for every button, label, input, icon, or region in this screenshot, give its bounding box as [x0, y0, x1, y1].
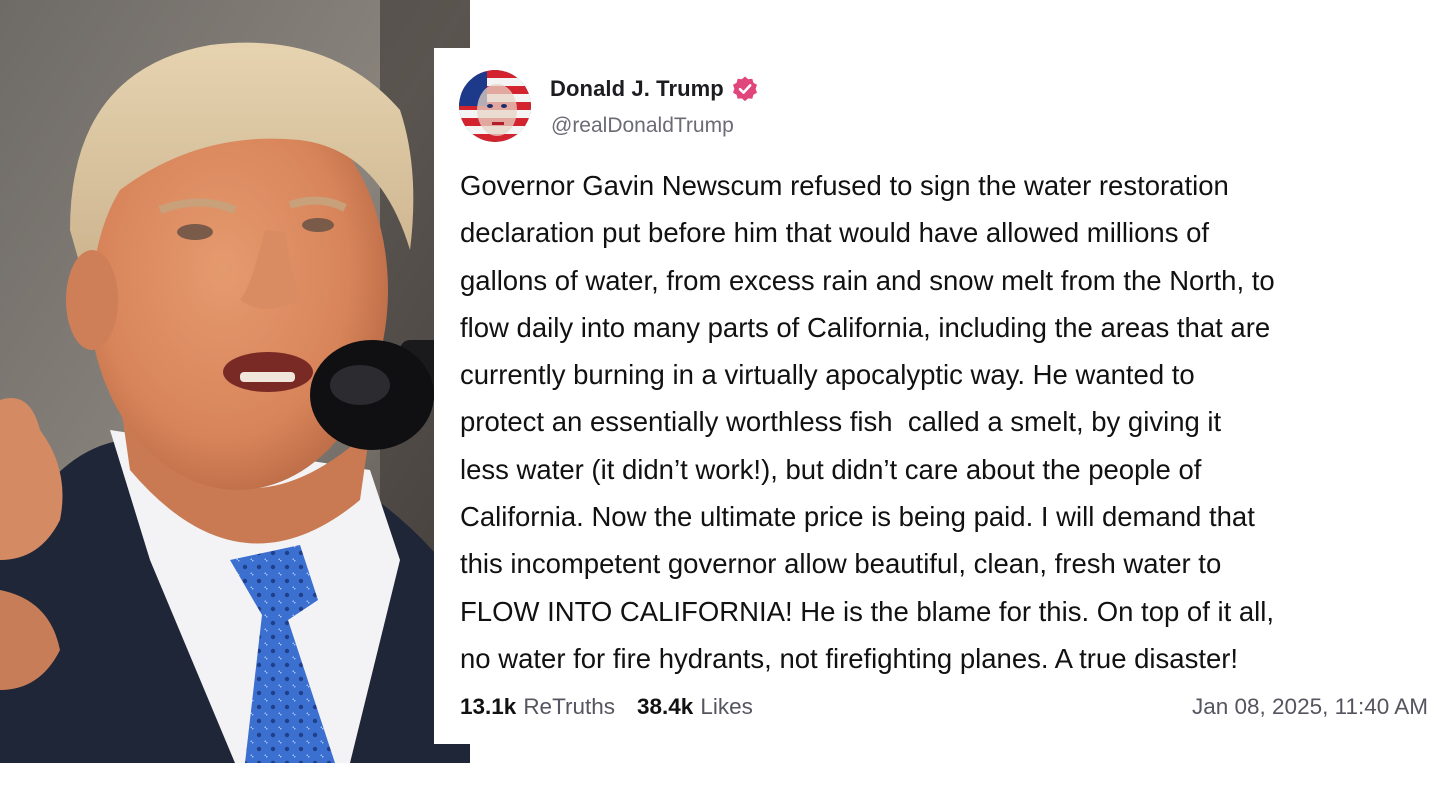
post-stats: 13.1k ReTruths 38.4k Likes [460, 694, 775, 720]
retruths-stat[interactable]: 13.1k ReTruths [460, 694, 615, 720]
post-card: Donald J. Trump @realDonaldTrump Governo… [434, 48, 1456, 744]
post-body-line: Governor Gavin Newscum refused to sign t… [460, 170, 1229, 201]
post-body-line: FLOW INTO CALIFORNIA! He is the blame fo… [460, 595, 1275, 627]
post-timestamp[interactable]: Jan 08, 2025, 11:40 AM [1192, 694, 1428, 720]
author-name-row: Donald J. Trump [550, 74, 760, 104]
post-body-line: flow daily into many parts of California… [460, 311, 1271, 343]
author-avatar[interactable] [459, 70, 531, 142]
post-body-line: this incompetent governor allow beautifu… [460, 548, 1222, 580]
author-display-name[interactable]: Donald J. Trump [550, 76, 724, 102]
retruths-count: 13.1k [460, 694, 517, 719]
retruths-label: ReTruths [523, 694, 616, 719]
likes-stat[interactable]: 38.4k Likes [637, 694, 753, 720]
post-body-line: currently burning in a virtually apocaly… [460, 359, 1195, 391]
post-body-line: no water for fire hydrants, not firefigh… [460, 642, 1239, 674]
author-handle[interactable]: @realDonaldTrump [551, 114, 734, 138]
likes-label: Likes [700, 694, 753, 719]
likes-count: 38.4k [637, 694, 694, 719]
post-body: Governor Gavin Newscum refused to sign t… [460, 162, 1450, 682]
verified-badge-icon [730, 74, 760, 104]
post-body-line: declaration put before him that would ha… [460, 217, 1210, 249]
speaker-photo [0, 0, 470, 763]
post-body-line: less water (it didn’t work!), but didn’t… [460, 453, 1202, 485]
post-body-line: California. Now the ultimate price is be… [460, 501, 1255, 533]
post-body-line: gallons of water, from excess rain and s… [460, 264, 1275, 296]
post-body-line: protect an essentially worthless fish ca… [460, 406, 1222, 438]
